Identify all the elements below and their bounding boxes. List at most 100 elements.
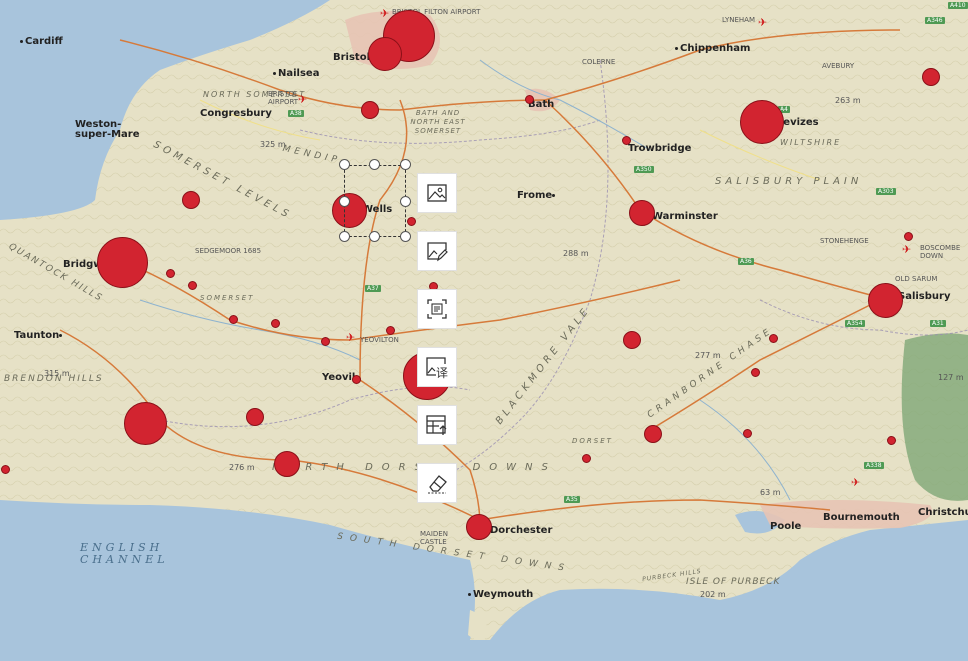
region-label-salisbury-plain: SALISBURY PLAIN [715, 176, 863, 187]
place-label-congresbury: Congresbury [200, 108, 272, 119]
table-export-icon [426, 415, 447, 435]
region-label-isle-of-purbeck: ISLE OF PURBECK [686, 577, 781, 587]
place-label-taunton: Taunton [14, 330, 64, 341]
place-label-poole: Poole [770, 521, 802, 532]
map-marker[interactable] [740, 100, 784, 144]
map-marker[interactable] [743, 429, 752, 438]
road-shield: A350 [634, 166, 654, 173]
map-marker[interactable] [1, 465, 10, 474]
poi-label-colerne: COLERNE [582, 58, 616, 66]
map-marker[interactable] [274, 451, 300, 477]
place-label-warminster: Warminster [652, 211, 718, 222]
place-label-salisbury: Salisbury [898, 291, 951, 302]
elevation-label: 276 m [229, 463, 255, 472]
resize-handle-bottom-right[interactable] [400, 231, 411, 242]
place-label-trowbridge: Trowbridge [628, 143, 692, 154]
map-view[interactable]: Cardiff Bristol Chippenham Nailsea Congr… [0, 0, 968, 661]
elevation-label: 277 m [695, 351, 721, 360]
map-marker[interactable] [188, 281, 197, 290]
translate-image-button[interactable]: 译 [417, 347, 457, 387]
elevation-label: 63 m [760, 488, 781, 497]
poi-label-lyneham: LYNEHAM [722, 16, 755, 24]
map-marker[interactable] [166, 269, 175, 278]
road-shield: A410 [948, 2, 968, 9]
poi-label-maiden-castle: MAIDEN CASTLE [420, 530, 448, 546]
map-marker[interactable] [904, 232, 913, 241]
map-marker[interactable] [582, 454, 591, 463]
map-marker[interactable] [623, 331, 641, 349]
erase-button[interactable] [417, 463, 457, 503]
airport-icon: ✈ [758, 16, 768, 29]
map-marker[interactable] [751, 368, 760, 377]
elevation-label: 263 m [835, 96, 861, 105]
airport-icon: ✈ [902, 243, 912, 256]
region-label-wiltshire: WILTSHIRE [780, 138, 842, 147]
poi-label-stonehenge: STONEHENGE [820, 237, 869, 245]
road-shield: A38 [288, 110, 304, 117]
map-marker[interactable] [466, 514, 492, 540]
region-label-north-dorset-downs: NORTH DORSET DOWNS [272, 462, 557, 473]
image-icon [427, 184, 447, 202]
map-marker[interactable] [271, 319, 280, 328]
region-label-somerset: SOMERSET [200, 294, 255, 302]
selection-box[interactable] [344, 165, 406, 237]
map-marker[interactable] [525, 95, 534, 104]
resize-handle-bottom-left[interactable] [339, 231, 350, 242]
place-label-christchurch: Christchurch [918, 507, 968, 518]
eraser-icon [428, 475, 447, 494]
resize-handle-right[interactable] [400, 196, 411, 207]
map-marker[interactable] [629, 200, 655, 226]
elevation-label: 288 m [563, 249, 589, 258]
road-shield: A37 [365, 285, 381, 292]
map-marker[interactable] [769, 334, 778, 343]
map-marker[interactable] [922, 68, 940, 86]
resize-handle-bottom[interactable] [369, 231, 380, 242]
edit-image-button[interactable] [417, 231, 457, 271]
map-marker[interactable] [246, 408, 264, 426]
table-export-button[interactable] [417, 405, 457, 445]
map-marker[interactable] [97, 237, 148, 288]
place-label-bristol: Bristol [333, 52, 371, 63]
map-marker[interactable] [124, 402, 167, 445]
road-shield: A346 [925, 17, 945, 24]
airport-icon: ✈ [380, 7, 390, 20]
place-label-weston: Weston-super-Mare [75, 119, 140, 140]
poi-label-sedgemoor: SEDGEMOOR 1685 [195, 247, 262, 255]
road-shield: A31 [930, 320, 946, 327]
extract-text-button[interactable] [417, 289, 457, 329]
airport-icon: ✈ [298, 93, 308, 106]
place-label-bournemouth: Bournemouth [823, 512, 900, 523]
text-extract-icon [427, 299, 447, 319]
map-marker[interactable] [887, 436, 896, 445]
poi-label-avebury: AVEBURY [822, 62, 855, 70]
place-label-dorchester: Dorchester [490, 525, 553, 536]
map-marker[interactable] [368, 37, 402, 71]
airport-icon: ✈ [346, 331, 356, 344]
resize-handle-left[interactable] [339, 196, 350, 207]
map-marker[interactable] [868, 283, 903, 318]
resize-handle-top-left[interactable] [339, 159, 350, 170]
insert-image-button[interactable] [417, 173, 457, 213]
place-label-nailsea: Nailsea [273, 68, 319, 79]
map-marker[interactable] [644, 425, 662, 443]
airport-icon: ✈ [851, 476, 861, 489]
map-marker[interactable] [622, 136, 631, 145]
map-marker[interactable] [407, 217, 416, 226]
place-label-cardiff: Cardiff [20, 36, 63, 47]
road-shield: A338 [864, 462, 884, 469]
resize-handle-top[interactable] [369, 159, 380, 170]
road-shield: A36 [738, 258, 754, 265]
sea-label-english-channel: ENGLISH CHANNEL [80, 541, 169, 566]
map-marker[interactable] [352, 375, 361, 384]
image-edit-icon [427, 242, 448, 262]
region-label-bath-ne-somerset: BATH AND NORTH EAST SOMERSET [410, 109, 466, 135]
road-shield: A354 [845, 320, 865, 327]
place-label-weymouth: Weymouth [468, 589, 533, 600]
resize-handle-top-right[interactable] [400, 159, 411, 170]
map-marker[interactable] [229, 315, 238, 324]
map-marker[interactable] [361, 101, 379, 119]
map-marker[interactable] [321, 337, 330, 346]
poi-label-boscombe-down: BOSCOMBE DOWN [920, 244, 961, 260]
map-marker[interactable] [386, 326, 395, 335]
map-marker[interactable] [182, 191, 200, 209]
